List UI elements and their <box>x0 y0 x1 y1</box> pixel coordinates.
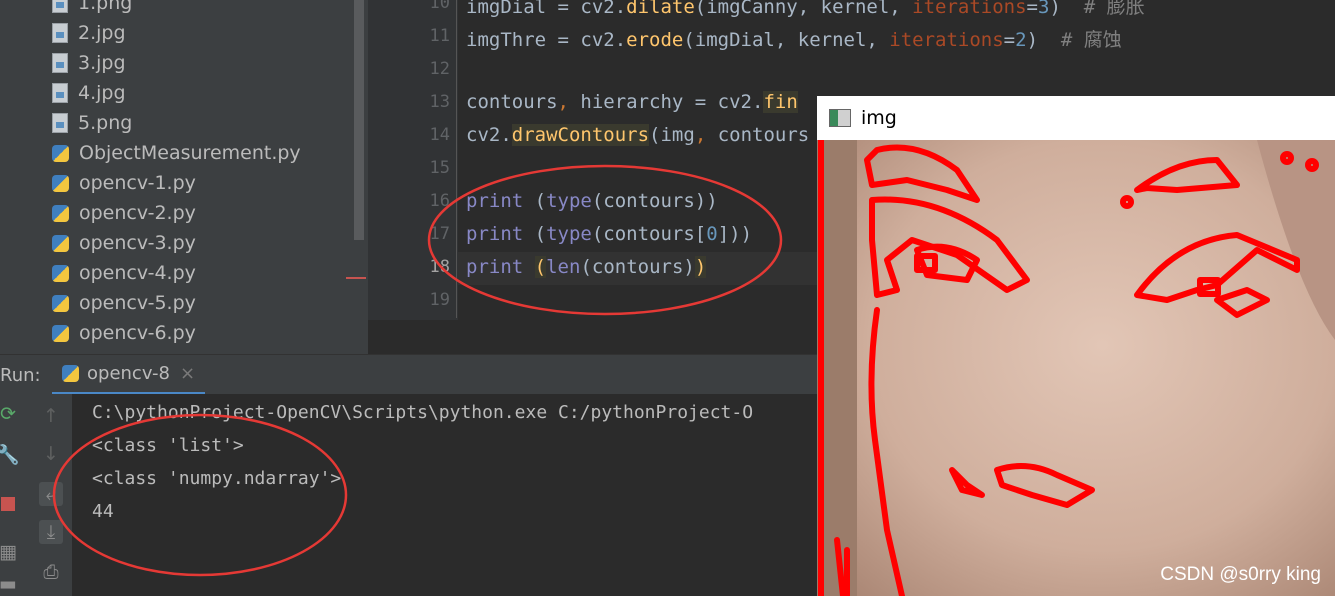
line-number: 11 <box>429 26 450 46</box>
tree-item[interactable]: 4.jpg <box>52 78 126 108</box>
tree-item[interactable]: opencv-3.py <box>52 228 196 258</box>
project-tree: 1.png 2.jpg 3.jpg 4.jpg 5.png ObjectMeasureme… <box>0 0 368 354</box>
tree-item[interactable]: opencv-2.py <box>52 198 196 228</box>
tree-item-label: 2.jpg <box>78 22 126 44</box>
face-contours-image: CSDN @s0rry king <box>817 140 1335 596</box>
tree-item[interactable]: opencv-6.py <box>52 318 196 348</box>
python-file-icon <box>52 204 69 222</box>
run-tools-right: ↑ ↓ ⤶ ⤓ ⎙ <box>30 394 73 596</box>
tree-item[interactable]: ObjectMeasurement.py <box>52 138 301 168</box>
python-file-icon <box>52 234 69 252</box>
line-number: 12 <box>429 59 450 79</box>
python-file-icon <box>52 174 69 192</box>
tree-item-label: 3.jpg <box>78 52 126 74</box>
python-file-icon <box>52 144 69 162</box>
image-file-icon <box>52 23 68 43</box>
line-number: 18 <box>429 257 450 277</box>
line-number: 19 <box>429 290 450 310</box>
line-number: 10 <box>429 0 450 13</box>
tree-item-label: opencv-4.py <box>79 262 196 284</box>
run-tools-left: ⟳ 🔧 ▦ ▬ <box>0 394 30 596</box>
python-file-icon <box>62 365 79 382</box>
stop-icon[interactable] <box>0 492 20 516</box>
line-number: 16 <box>429 191 450 211</box>
tree-item-label: opencv-6.py <box>79 322 196 344</box>
tree-item-label: opencv-2.py <box>79 202 196 224</box>
tree-item-label: 1.png <box>78 0 133 14</box>
console-line: 44 <box>92 501 114 522</box>
img-window-titlebar[interactable]: img <box>817 96 1335 140</box>
line-number: 15 <box>429 158 450 178</box>
line-number: 13 <box>429 92 450 112</box>
image-file-icon <box>52 53 68 73</box>
line-number: 17 <box>429 224 450 244</box>
line-gutter: 10 11 12 13 14 15 16 17 18 19 <box>368 0 458 320</box>
rerun-icon[interactable]: ⟳ <box>0 402 20 426</box>
print-icon[interactable]: ⎙ <box>39 560 63 584</box>
pin-icon[interactable]: ▬ <box>0 572 20 596</box>
window-icon <box>829 109 851 127</box>
tree-item-label: ObjectMeasurement.py <box>79 142 301 164</box>
wrench-icon[interactable]: 🔧 <box>0 442 20 466</box>
code-line-14[interactable]: cv2.drawContours(img, contours <box>466 124 809 146</box>
python-file-icon <box>52 264 69 282</box>
code-line-16[interactable]: print (type(contours)) <box>466 190 718 212</box>
image-file-icon <box>52 0 68 13</box>
tree-item-label: 5.png <box>78 112 133 134</box>
tree-item[interactable]: 1.png <box>52 0 132 18</box>
code-line-11[interactable]: imgThre = cv2.erode(imgDial, kernel, ite… <box>466 25 1122 52</box>
breakpoint-marker <box>346 277 366 279</box>
image-file-icon <box>52 113 68 133</box>
code-line-10[interactable]: imgDial = cv2.dilate(imgCanny, kernel, i… <box>466 0 1145 19</box>
tree-item-label: opencv-5.py <box>79 292 196 314</box>
gutter-divider <box>456 0 457 318</box>
python-file-icon <box>52 294 69 312</box>
tree-item-label: opencv-1.py <box>79 172 196 194</box>
img-window-title: img <box>861 107 897 129</box>
tree-item[interactable]: 3.jpg <box>52 48 126 78</box>
up-arrow-icon[interactable]: ↑ <box>39 404 63 428</box>
tree-item-label: 4.jpg <box>78 82 126 104</box>
run-tab-label: opencv-8 <box>87 363 170 384</box>
line-number: 14 <box>429 125 450 145</box>
scroll-to-end-icon[interactable]: ⤓ <box>39 520 63 544</box>
tree-item[interactable]: opencv-5.py <box>52 288 196 318</box>
soft-wrap-icon[interactable]: ⤶ <box>39 482 63 506</box>
console-line: <class 'list'> <box>92 435 244 456</box>
tree-item[interactable]: opencv-4.py <box>52 258 196 288</box>
console-line: C:\pythonProject-OpenCV\Scripts\python.e… <box>92 402 754 423</box>
tree-item[interactable]: 2.jpg <box>52 18 126 48</box>
layout-icon[interactable]: ▦ <box>0 540 20 564</box>
run-tab[interactable]: opencv-8 × <box>52 355 206 395</box>
run-label: Run: <box>0 365 41 386</box>
console-line: <class 'numpy.ndarray'> <box>92 468 342 489</box>
tree-item[interactable]: opencv-1.py <box>52 168 196 198</box>
tree-item[interactable]: 5.png <box>52 108 132 138</box>
watermark: CSDN @s0rry king <box>1160 564 1321 585</box>
img-window[interactable]: img CSDN @s0rry king <box>817 96 1335 596</box>
down-arrow-icon[interactable]: ↓ <box>39 442 63 466</box>
python-file-icon <box>52 324 69 342</box>
close-icon[interactable]: × <box>180 363 195 384</box>
tree-scrollbar[interactable] <box>354 0 364 240</box>
code-line-17[interactable]: print (type(contours[0])) <box>466 223 752 245</box>
tree-item-label: opencv-3.py <box>79 232 196 254</box>
image-file-icon <box>52 83 68 103</box>
code-line-13[interactable]: contours, hierarchy = cv2.fin <box>466 91 798 113</box>
code-line-18[interactable]: print (len(contours)) <box>466 256 707 278</box>
